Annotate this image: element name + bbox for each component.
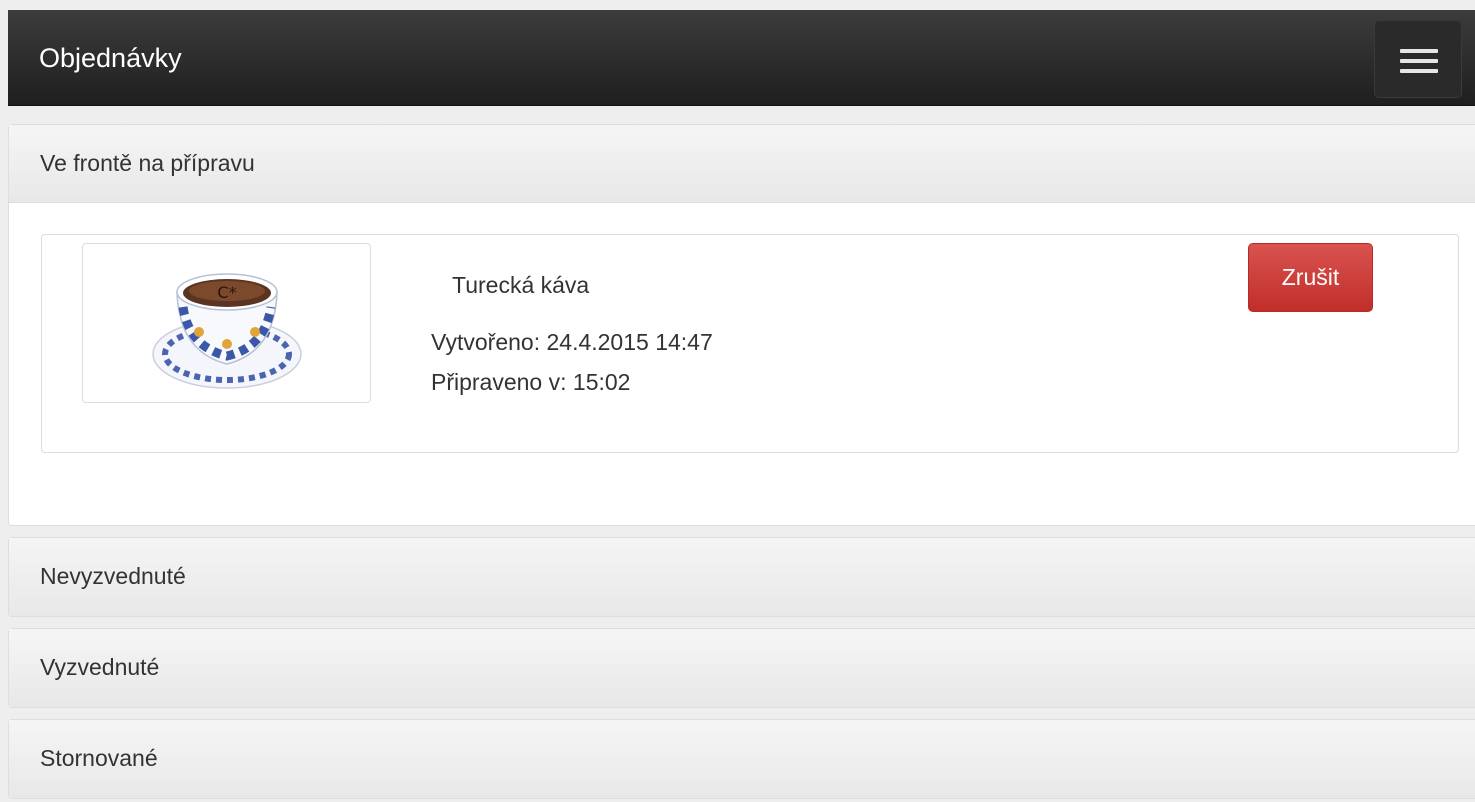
app-title[interactable]: Objednávky [39, 41, 182, 75]
hamburger-menu-icon-bar [1400, 69, 1438, 73]
svg-text:C*: C* [217, 283, 236, 302]
panel-heading-not-picked-up[interactable]: Nevyzvednuté [9, 538, 1475, 616]
cancel-order-button[interactable]: Zrušit [1248, 243, 1373, 312]
panel-picked-up: Vyzvednuté [8, 628, 1475, 708]
panel-heading-picked-up[interactable]: Vyzvednuté [9, 629, 1475, 707]
top-navbar: Objednávky [8, 10, 1475, 106]
created-value: 24.4.2015 14:47 [546, 329, 713, 355]
panel-cancelled: Stornované [8, 719, 1475, 799]
panel-heading-queue[interactable]: Ve frontě na přípravu [9, 125, 1475, 203]
coffee-cup-icon: C* [152, 273, 302, 389]
order-card: C* Turecká káva Vytvořeno: 24.4.2015 14:… [41, 234, 1459, 453]
hamburger-menu-icon-bar [1400, 59, 1438, 63]
created-label: Vytvořeno: [431, 329, 541, 355]
panel-queue: Ve frontě na přípravu C* Turecká káva Vy… [8, 124, 1475, 526]
product-name: Turecká káva [452, 272, 590, 298]
ready-value: 15:02 [572, 369, 631, 395]
menu-toggle-button[interactable] [1374, 20, 1462, 98]
created-time: Vytvořeno: 24.4.2015 14:47 [431, 329, 713, 356]
orders-accordion: Ve frontě na přípravu C* Turecká káva Vy… [8, 124, 1475, 799]
ready-label: Připraveno v: [431, 369, 567, 395]
ready-time: Připraveno v: 15:02 [431, 369, 630, 396]
product-image: C* [82, 243, 371, 403]
panel-body-queue: C* Turecká káva Vytvořeno: 24.4.2015 14:… [9, 203, 1475, 525]
hamburger-menu-icon [1400, 49, 1438, 53]
panel-not-picked-up: Nevyzvednuté [8, 537, 1475, 617]
panel-heading-cancelled[interactable]: Stornované [9, 720, 1475, 798]
